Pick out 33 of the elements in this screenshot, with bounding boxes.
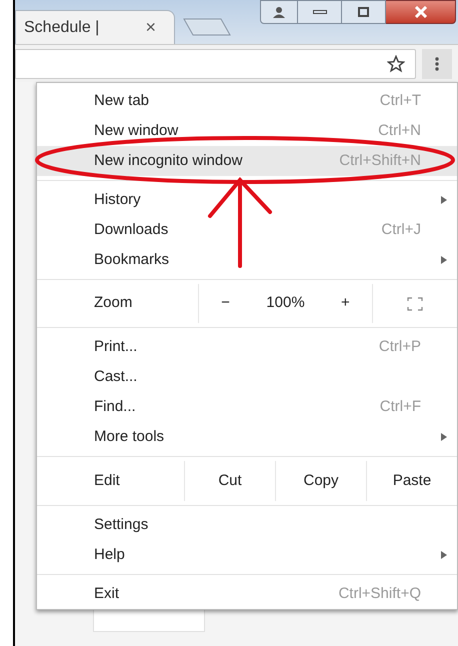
tab-close-button[interactable]: × bbox=[145, 14, 156, 41]
zoom-in-button[interactable]: + bbox=[333, 292, 358, 315]
zoom-level: 100% bbox=[266, 293, 305, 314]
menu-item[interactable]: Exit Ctrl+Shift+Q bbox=[37, 579, 457, 609]
menu-button[interactable] bbox=[422, 48, 452, 78]
close-button[interactable] bbox=[386, 0, 456, 24]
zoom-out-button[interactable]: − bbox=[213, 292, 238, 315]
edit-action-button[interactable]: Paste bbox=[366, 461, 457, 501]
fullscreen-icon[interactable] bbox=[407, 296, 423, 310]
minimize-button[interactable] bbox=[298, 0, 342, 24]
close-icon bbox=[414, 6, 428, 18]
edit-label: Edit bbox=[93, 470, 121, 491]
edit-action-button[interactable]: Cut bbox=[184, 461, 275, 501]
menu-item[interactable]: Print... Ctrl+P bbox=[37, 332, 457, 362]
menu-item[interactable]: New window Ctrl+N bbox=[37, 116, 457, 146]
zoom-label: Zoom bbox=[93, 293, 134, 314]
profile-button[interactable] bbox=[260, 0, 298, 24]
menu-item[interactable]: Help bbox=[37, 540, 457, 570]
person-icon bbox=[272, 6, 286, 18]
menu-item[interactable]: New incognito window Ctrl+Shift+N bbox=[37, 146, 457, 176]
maximize-button[interactable] bbox=[342, 0, 386, 24]
browser-tab[interactable]: Schedule | × bbox=[15, 10, 175, 44]
menu-item[interactable]: Bookmarks bbox=[37, 245, 457, 275]
star-icon[interactable] bbox=[387, 54, 405, 72]
edit-action-button[interactable]: Copy bbox=[275, 461, 366, 501]
menu-item[interactable]: Cast... bbox=[37, 362, 457, 392]
menu-item[interactable]: Downloads Ctrl+J bbox=[37, 215, 457, 245]
menu-item[interactable]: History bbox=[37, 185, 457, 215]
menu-item[interactable]: Settings bbox=[37, 510, 457, 540]
menu-item[interactable]: New tab Ctrl+T bbox=[37, 86, 457, 116]
more-icon bbox=[435, 56, 439, 70]
menu-item[interactable]: Find... Ctrl+F bbox=[37, 392, 457, 422]
menu-item[interactable]: More tools bbox=[37, 422, 457, 452]
